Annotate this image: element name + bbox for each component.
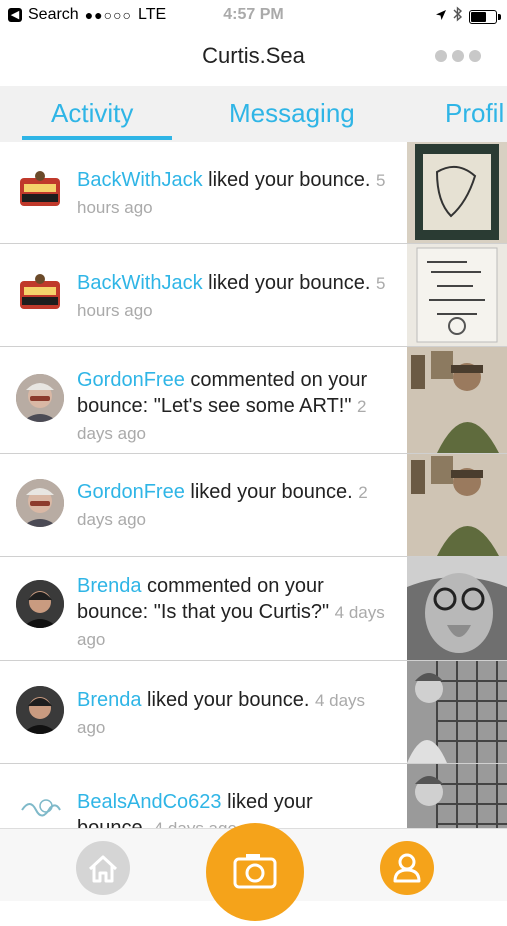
tab-activity[interactable]: Activity	[51, 98, 133, 129]
username-link[interactable]: GordonFree	[77, 369, 185, 391]
list-item[interactable]: Brenda commented on your bounce: "Is tha…	[0, 557, 507, 661]
active-tab-indicator	[22, 136, 172, 140]
more-dot-icon	[452, 50, 464, 62]
username-link[interactable]: Brenda	[77, 689, 142, 711]
username-link[interactable]: BealsAndCo623	[77, 791, 222, 813]
gordon-photo-icon	[16, 479, 64, 527]
activity-text: GordonFree commented on your bounce: "Le…	[77, 367, 389, 447]
list-item[interactable]: BackWithJack liked your bounce. 5 hours …	[0, 142, 507, 244]
tab-messaging[interactable]: Messaging	[229, 98, 355, 129]
camera-button[interactable]	[206, 823, 304, 921]
home-button[interactable]	[76, 841, 130, 895]
activity-text: BackWithJack liked your bounce. 5 hours …	[77, 270, 389, 324]
avatar[interactable]	[16, 479, 64, 527]
synth-man-icon	[407, 661, 507, 763]
backwithjack-logo-icon	[20, 274, 60, 309]
profile-button[interactable]	[380, 841, 434, 895]
more-dot-icon	[435, 50, 447, 62]
bounce-thumbnail[interactable]	[407, 764, 507, 828]
list-item[interactable]: GordonFree commented on your bounce: "Le…	[0, 347, 507, 454]
man-in-gallery-icon	[407, 347, 507, 453]
page-title: Curtis.Sea	[202, 43, 305, 68]
framed-drawing-icon	[415, 144, 499, 240]
username-link[interactable]: Brenda	[77, 575, 142, 597]
tab-bar: Activity Messaging Profil	[0, 86, 507, 142]
person-icon	[393, 853, 421, 883]
activity-text: GordonFree liked your bounce. 2 days ago	[77, 479, 397, 533]
activity-description: liked your bounce.	[202, 169, 371, 191]
list-item[interactable]: Brenda liked your bounce. 4 days ago	[0, 661, 507, 764]
activity-text: BackWithJack liked your bounce. 5 hours …	[77, 167, 389, 221]
avatar[interactable]	[16, 168, 64, 216]
moon-poster-icon	[416, 247, 498, 343]
bluetooth-icon	[453, 6, 463, 27]
username-link[interactable]: BackWithJack	[77, 272, 203, 294]
activity-text: Brenda liked your bounce. 4 days ago	[77, 687, 389, 741]
brenda-photo-icon	[16, 686, 64, 734]
man-in-gallery-icon	[407, 454, 507, 556]
list-item[interactable]: BealsAndCo623 liked your bounce. 4 days …	[0, 764, 507, 828]
nav-header: Curtis.Sea	[0, 30, 507, 86]
brenda-photo-icon	[16, 580, 64, 628]
bounce-thumbnail[interactable]	[407, 661, 507, 763]
status-bar: ◀ Search ●●○○○ LTE 4:57 PM	[0, 0, 507, 30]
bounce-thumbnail[interactable]	[407, 454, 507, 556]
activity-description: liked your bounce.	[141, 689, 310, 711]
activity-text: Brenda commented on your bounce: "Is tha…	[77, 573, 392, 653]
location-icon	[435, 8, 447, 26]
battery-icon	[469, 9, 501, 24]
more-dot-icon	[469, 50, 481, 62]
backwithjack-logo-icon	[20, 171, 60, 206]
bounce-thumbnail[interactable]	[407, 557, 507, 660]
avatar[interactable]	[16, 784, 64, 828]
synth-man-icon	[407, 764, 507, 828]
username-link[interactable]: BackWithJack	[77, 169, 203, 191]
activity-description: liked your bounce.	[184, 481, 353, 503]
status-time: 4:57 PM	[223, 6, 284, 23]
list-item[interactable]: GordonFree liked your bounce. 2 days ago	[0, 454, 507, 557]
gordon-photo-icon	[16, 374, 64, 422]
home-icon	[88, 855, 118, 883]
list-item[interactable]: BackWithJack liked your bounce. 5 hours …	[0, 244, 507, 347]
avatar[interactable]	[16, 686, 64, 734]
activity-list[interactable]: BackWithJack liked your bounce. 5 hours …	[0, 142, 507, 828]
bounce-thumbnail[interactable]	[407, 142, 507, 243]
avatar[interactable]	[16, 374, 64, 422]
bounce-thumbnail[interactable]	[407, 244, 507, 346]
more-options-button[interactable]	[435, 50, 481, 62]
tab-profile[interactable]: Profil	[445, 98, 504, 129]
camera-icon	[233, 854, 277, 889]
activity-description: liked your bounce.	[202, 272, 371, 294]
tongue-face-icon	[407, 557, 507, 660]
bottom-tab-bar	[0, 823, 507, 921]
bounce-thumbnail[interactable]	[407, 347, 507, 453]
avatar[interactable]	[16, 580, 64, 628]
beals-logo-icon	[16, 784, 64, 828]
avatar[interactable]	[16, 271, 64, 319]
username-link[interactable]: GordonFree	[77, 481, 185, 503]
